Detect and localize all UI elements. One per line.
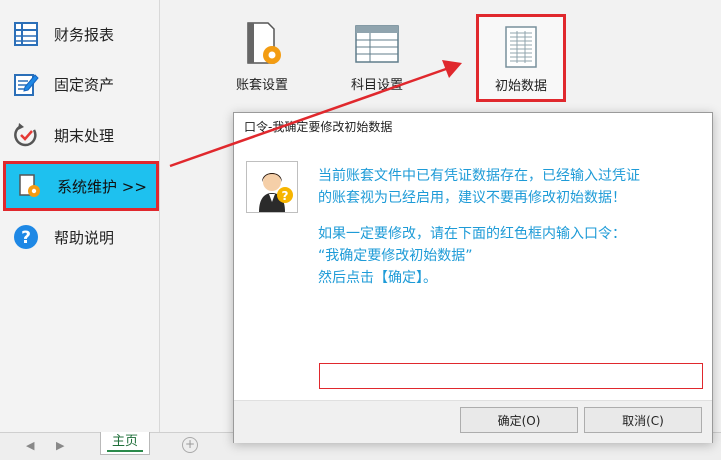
sidebar: 财务报表 固定资产 期末处理 系统维护 >> ? 帮助说明 — [0, 0, 160, 432]
sidebar-item-label: 财务报表 — [54, 25, 115, 44]
add-sheet-icon[interactable]: + — [182, 437, 198, 453]
ok-button[interactable]: 确定(O) — [460, 407, 578, 433]
message-line: “我确定要修改初始数据” — [318, 248, 473, 264]
tile-label: 账套设置 — [235, 78, 288, 93]
tile-subject-settings[interactable]: 科目设置 — [332, 20, 422, 93]
next-sheet-arrow-icon[interactable]: ▶ — [56, 439, 64, 452]
message-line: 然后点击【确定】。 — [318, 270, 437, 286]
gear-document-icon — [238, 20, 286, 68]
message-line: 如果一定要修改，请在下面的红色框内输入口令： — [318, 226, 626, 242]
sidebar-item-period-end[interactable]: 期末处理 — [0, 110, 159, 160]
password-input[interactable] — [319, 363, 703, 389]
cancel-button[interactable]: 取消(C) — [584, 407, 702, 433]
check-cycle-icon — [12, 121, 40, 149]
message-line: 的账套视为已经启用，建议不要再修改初始数据！ — [318, 190, 626, 206]
sidebar-item-label: 帮助说明 — [54, 228, 115, 247]
gear-document-icon — [15, 172, 43, 200]
dialog-footer: 确定(O) 取消(C) — [234, 400, 712, 443]
table-icon — [353, 20, 401, 68]
sidebar-item-label: 固定资产 — [54, 75, 115, 94]
sidebar-item-label: 系统维护 >> — [57, 177, 147, 196]
user-question-icon: ? — [246, 161, 298, 213]
svg-text:?: ? — [21, 228, 31, 248]
sidebar-item-fixed-assets[interactable]: 固定资产 — [0, 59, 159, 109]
dialog-title: 口令-我确定要修改初始数据 — [244, 120, 393, 134]
sidebar-item-help[interactable]: ? 帮助说明 — [0, 212, 159, 262]
sidebar-item-system-maintenance[interactable]: 系统维护 >> — [3, 161, 159, 211]
tile-label: 初始数据 — [494, 79, 547, 94]
sidebar-item-financial-reports[interactable]: 财务报表 — [0, 9, 159, 59]
dialog-message: 当前账套文件中已有凭证数据存在，已经输入过凭证 的账套视为已经启用，建议不要再修… — [318, 165, 698, 289]
edit-document-icon — [12, 70, 40, 98]
svg-text:?: ? — [282, 189, 289, 203]
data-sheet-icon — [497, 23, 545, 71]
tile-label: 科目设置 — [350, 78, 403, 93]
sheet-tab-home[interactable]: 主页 — [100, 432, 150, 455]
password-dialog: 口令-我确定要修改初始数据 ? 当前账套文件中已有凭证数据存在，已经输入过凭证 … — [233, 112, 713, 443]
message-line: 当前账套文件中已有凭证数据存在，已经输入过凭证 — [318, 168, 640, 184]
spreadsheet-icon — [12, 20, 40, 48]
help-icon: ? — [12, 223, 40, 251]
prev-sheet-arrow-icon[interactable]: ◀ — [26, 439, 34, 452]
tile-initial-data[interactable]: 初始数据 — [476, 14, 566, 102]
tile-account-settings[interactable]: 账套设置 — [217, 20, 307, 93]
sidebar-item-label: 期末处理 — [54, 126, 115, 145]
